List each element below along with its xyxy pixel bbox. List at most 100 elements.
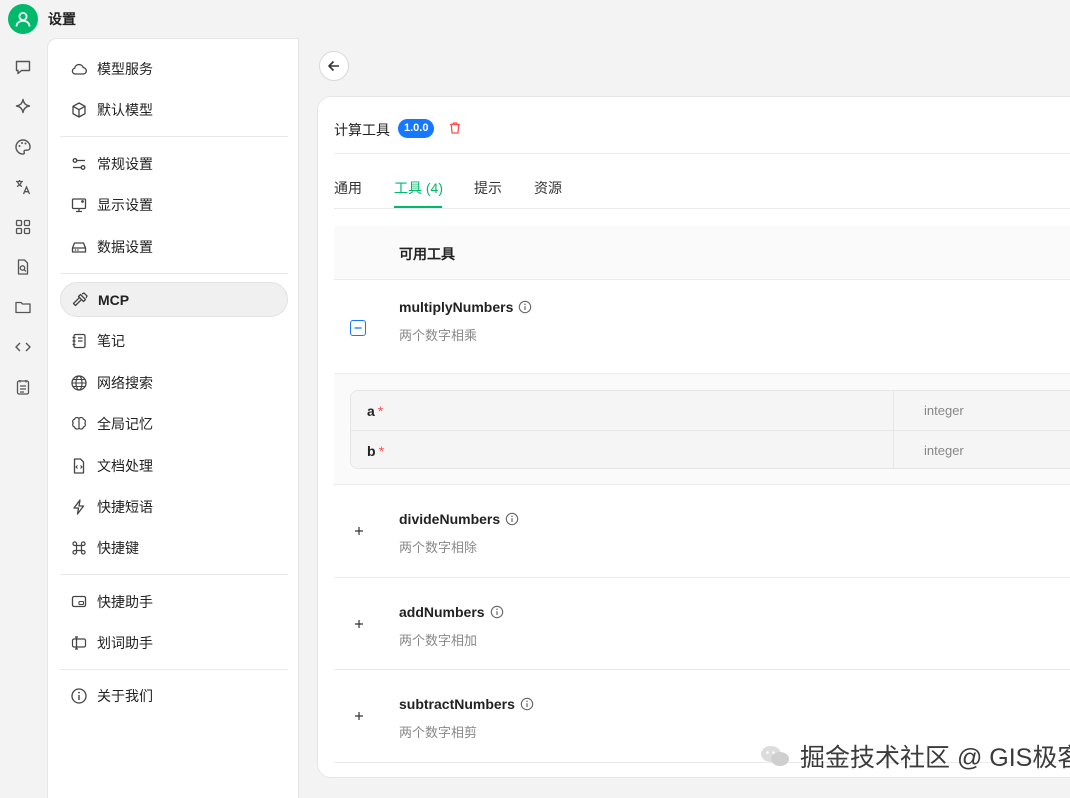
delete-button[interactable] bbox=[446, 119, 464, 137]
expand-button[interactable] bbox=[351, 523, 367, 539]
menu-item-data-settings[interactable]: 数据设置 bbox=[60, 229, 288, 264]
column-divider bbox=[893, 391, 894, 430]
tab-tools[interactable]: 工具 (4) bbox=[394, 178, 443, 198]
menu-item-quick-assistant[interactable]: 快捷助手 bbox=[60, 584, 288, 619]
param-row: b * integer bbox=[351, 430, 1070, 468]
param-name: b * bbox=[367, 443, 385, 459]
tabs-divider bbox=[334, 208, 1070, 209]
globe-icon bbox=[69, 373, 89, 393]
window-title: 设置 bbox=[48, 11, 76, 27]
window-assistant-icon bbox=[69, 592, 89, 612]
menu-item-label: 默认模型 bbox=[97, 101, 153, 118]
menu-item-label: 快捷短语 bbox=[97, 498, 153, 515]
storage-icon bbox=[69, 237, 89, 257]
tab-general[interactable]: 通用 bbox=[334, 178, 362, 198]
translate-icon[interactable] bbox=[12, 176, 34, 198]
folder-icon[interactable] bbox=[12, 296, 34, 318]
menu-item-web-search[interactable]: 网络搜索 bbox=[60, 365, 288, 400]
params-table: a * integer b * integer bbox=[350, 390, 1070, 469]
apps-grid-icon[interactable] bbox=[12, 216, 34, 238]
palette-icon[interactable] bbox=[12, 136, 34, 158]
plus-icon bbox=[355, 712, 363, 720]
menu-divider bbox=[60, 273, 288, 274]
menu-item-default-model[interactable]: 默认模型 bbox=[60, 92, 288, 127]
menu-item-label: MCP bbox=[98, 291, 130, 308]
tool-name: divideNumbers bbox=[399, 511, 519, 527]
info-icon bbox=[69, 686, 89, 706]
menu-item-document-processing[interactable]: 文档处理 bbox=[60, 448, 288, 483]
param-type: integer bbox=[924, 443, 964, 458]
tool-description: 两个数字相乘 bbox=[399, 328, 478, 343]
arrow-left-icon bbox=[328, 60, 339, 72]
tool-description: 两个数字相除 bbox=[399, 540, 478, 555]
notebook-icon bbox=[69, 331, 89, 351]
info-icon[interactable] bbox=[520, 697, 534, 711]
tool-name-text: divideNumbers bbox=[399, 511, 501, 527]
text-select-icon bbox=[69, 633, 89, 653]
tab-prompts[interactable]: 提示 bbox=[474, 178, 502, 198]
menu-item-general-settings[interactable]: 常规设置 bbox=[60, 146, 288, 181]
back-button[interactable] bbox=[319, 51, 349, 81]
header-divider bbox=[334, 153, 1070, 154]
menu-item-label: 网络搜索 bbox=[97, 374, 153, 391]
menu-item-label: 关于我们 bbox=[97, 687, 153, 704]
sparkle-icon[interactable] bbox=[12, 96, 34, 118]
menu-item-notes[interactable]: 笔记 bbox=[60, 323, 288, 358]
menu-item-display-settings[interactable]: 显示设置 bbox=[60, 187, 288, 222]
file-search-icon[interactable] bbox=[12, 256, 34, 278]
required-marker: * bbox=[377, 403, 384, 419]
watermark: 掘金技术社区 @ GIS极客 bbox=[760, 738, 1070, 774]
menu-item-label: 显示设置 bbox=[97, 196, 153, 213]
notes-icon[interactable] bbox=[12, 376, 34, 398]
info-icon[interactable] bbox=[518, 300, 532, 314]
menu-item-label: 数据设置 bbox=[97, 238, 153, 255]
menu-divider bbox=[60, 136, 288, 137]
menu-item-shortcuts[interactable]: 快捷键 bbox=[60, 530, 288, 565]
tool-name-text: multiplyNumbers bbox=[399, 299, 514, 315]
menu-item-global-memory[interactable]: 全局记忆 bbox=[60, 406, 288, 441]
hammer-icon bbox=[70, 290, 90, 310]
menu-item-label: 文档处理 bbox=[97, 457, 153, 474]
menu-item-label: 划词助手 bbox=[97, 634, 153, 651]
menu-item-quick-phrases[interactable]: 快捷短语 bbox=[60, 489, 288, 524]
expand-button[interactable] bbox=[351, 616, 367, 632]
collapse-button[interactable] bbox=[350, 320, 366, 336]
code-icon[interactable] bbox=[12, 336, 34, 358]
icon-rail bbox=[0, 38, 46, 798]
tool-row-addNumbers[interactable]: addNumbers 两个数字相加 bbox=[334, 578, 1070, 670]
tool-row-multiplyNumbers[interactable]: multiplyNumbers 两个数字相乘 bbox=[334, 280, 1070, 374]
menu-item-about[interactable]: 关于我们 bbox=[60, 678, 288, 713]
column-divider bbox=[893, 431, 894, 468]
minus-icon bbox=[354, 327, 362, 329]
wechat-logo-icon bbox=[761, 746, 789, 766]
bolt-icon bbox=[69, 497, 89, 517]
menu-item-model-service[interactable]: 模型服务 bbox=[60, 51, 288, 86]
tool-name: multiplyNumbers bbox=[399, 299, 532, 315]
tool-params-panel: a * integer b * integer bbox=[334, 374, 1070, 485]
tool-name-text: subtractNumbers bbox=[399, 696, 515, 712]
info-icon[interactable] bbox=[505, 512, 519, 526]
plus-icon bbox=[355, 527, 363, 535]
expand-button[interactable] bbox=[351, 708, 367, 724]
user-icon bbox=[15, 12, 31, 27]
version-badge: 1.0.0 bbox=[398, 119, 435, 138]
menu-item-label: 快捷键 bbox=[97, 539, 139, 556]
param-type: integer bbox=[924, 403, 964, 418]
trash-icon bbox=[450, 122, 460, 134]
menu-item-mcp[interactable]: MCP bbox=[60, 282, 288, 317]
content-area: 计算工具 1.0.0 通用 工具 (4) 提示 资源 可用工具 multiply… bbox=[299, 38, 1070, 798]
tool-description: 两个数字相加 bbox=[399, 633, 478, 648]
menu-item-label: 模型服务 bbox=[97, 60, 153, 77]
command-icon bbox=[69, 538, 89, 558]
chat-icon[interactable] bbox=[12, 56, 34, 78]
tool-row-divideNumbers[interactable]: divideNumbers 两个数字相除 bbox=[334, 485, 1070, 578]
menu-divider bbox=[60, 669, 288, 670]
avatar[interactable] bbox=[8, 4, 38, 34]
info-icon[interactable] bbox=[490, 605, 504, 619]
tab-resources[interactable]: 资源 bbox=[534, 178, 562, 198]
menu-item-selection-assistant[interactable]: 划词助手 bbox=[60, 625, 288, 660]
param-name: a * bbox=[367, 403, 384, 419]
sliders-icon bbox=[69, 154, 89, 174]
mcp-server-card: 计算工具 1.0.0 通用 工具 (4) 提示 资源 可用工具 multiply… bbox=[317, 96, 1070, 778]
menu-item-label: 笔记 bbox=[97, 332, 125, 349]
